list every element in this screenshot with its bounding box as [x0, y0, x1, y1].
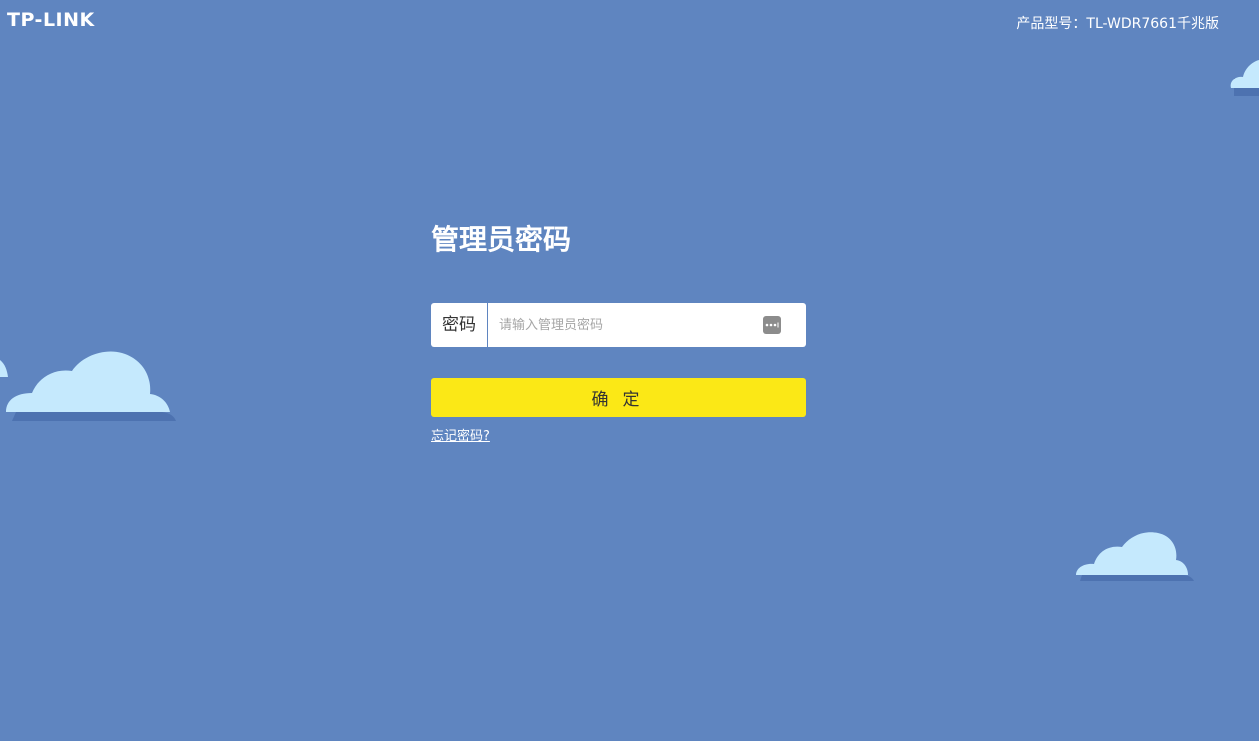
cloud-icon: [1076, 532, 1194, 581]
page-title: 管理员密码: [431, 223, 572, 256]
password-field-row: 密码: [431, 303, 806, 347]
confirm-button[interactable]: 确定: [431, 378, 806, 417]
password-input[interactable]: [488, 305, 763, 345]
cloud-icon: [6, 351, 176, 421]
tp-link-logo: TP-LINK: [7, 9, 95, 31]
forgot-password-link[interactable]: 忘记密码?: [431, 428, 490, 446]
password-visibility-icon[interactable]: [763, 316, 781, 334]
cloud-icon: [1230, 60, 1259, 96]
password-label: 密码: [431, 303, 488, 347]
product-model-label: 产品型号：TL-WDR7661千兆版: [1016, 16, 1219, 32]
login-panel: 管理员密码 密码 确定 忘记密码?: [431, 220, 806, 444]
